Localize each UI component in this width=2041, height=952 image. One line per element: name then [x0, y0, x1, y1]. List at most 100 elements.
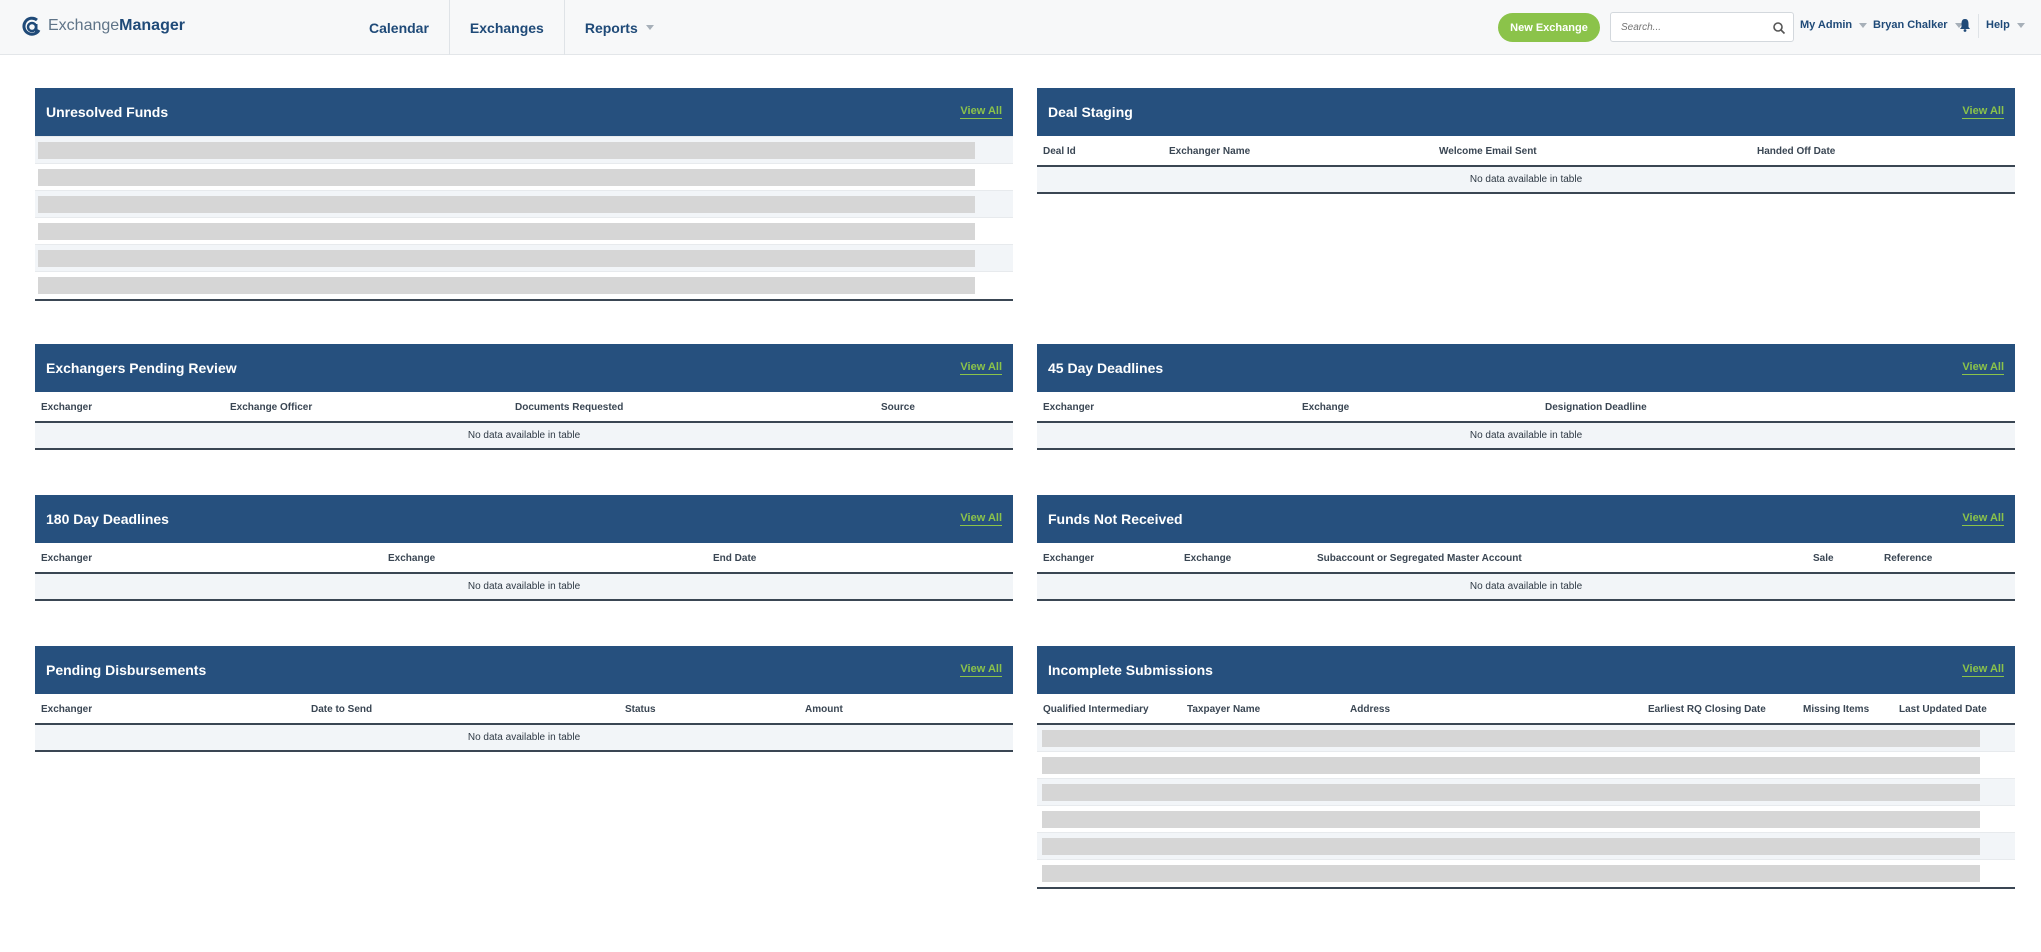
column-header[interactable]: Reference — [1884, 553, 1932, 564]
column-header[interactable]: Exchanger — [1043, 553, 1094, 564]
view-all-link[interactable]: View All — [960, 512, 1002, 526]
new-exchange-button[interactable]: New Exchange — [1498, 13, 1600, 42]
pending-disbursements-panel: Pending Disbursements View All Exchanger… — [35, 646, 1013, 752]
table-header: Exchanger Exchange End Date — [35, 543, 1013, 574]
column-header[interactable]: Exchanger — [1043, 402, 1094, 413]
column-header[interactable]: Missing Items — [1803, 704, 1869, 715]
bell-icon[interactable] — [1959, 18, 1971, 32]
column-header[interactable]: Exchanger — [41, 704, 92, 715]
view-all-link[interactable]: View All — [1962, 105, 2004, 119]
panel-header: Deal Staging View All — [1037, 88, 2015, 136]
main-nav: Calendar Exchanges Reports — [349, 0, 674, 55]
view-all-link[interactable]: View All — [1962, 512, 2004, 526]
table-header: Qualified Intermediary Taxpayer Name Add… — [1037, 694, 2015, 725]
column-header[interactable]: Exchange Officer — [230, 402, 312, 413]
column-header[interactable]: Earliest RQ Closing Date — [1648, 704, 1766, 715]
panel-title: Funds Not Received — [1048, 511, 1183, 527]
table-header: Exchanger Exchange Subaccount or Segrega… — [1037, 543, 2015, 574]
column-header[interactable]: Last Updated Date — [1899, 704, 1987, 715]
skeleton-row — [1037, 725, 2015, 752]
help-menu[interactable]: Help — [1986, 19, 2025, 31]
nav-exchanges[interactable]: Exchanges — [450, 0, 565, 55]
exchangers-pending-review-panel: Exchangers Pending Review View All Excha… — [35, 344, 1013, 450]
app-name: ExchangeManager — [48, 17, 185, 34]
table-header: Exchanger Exchange Officer Documents Req… — [35, 392, 1013, 423]
column-header[interactable]: Exchange — [388, 553, 435, 564]
panel-title: 180 Day Deadlines — [46, 511, 169, 527]
180-day-deadlines-panel: 180 Day Deadlines View All Exchanger Exc… — [35, 495, 1013, 601]
empty-table-message: No data available in table — [35, 574, 1013, 601]
unresolved-funds-panel: Unresolved Funds View All — [35, 88, 1013, 301]
skeleton-row — [35, 272, 1013, 299]
panel-header: Incomplete Submissions View All — [1037, 646, 2015, 694]
view-all-link[interactable]: View All — [960, 361, 1002, 375]
skeleton-row — [1037, 779, 2015, 806]
panel-header: Exchangers Pending Review View All — [35, 344, 1013, 392]
view-all-link[interactable]: View All — [960, 663, 1002, 677]
45-day-deadlines-panel: 45 Day Deadlines View All Exchanger Exch… — [1037, 344, 2015, 450]
column-header[interactable]: Address — [1350, 704, 1390, 715]
my-admin-label: My Admin — [1800, 19, 1853, 31]
column-header[interactable]: Exchanger Name — [1169, 146, 1250, 157]
empty-table-message: No data available in table — [35, 725, 1013, 752]
nav-exchanges-label: Exchanges — [469, 19, 544, 36]
column-header[interactable]: Qualified Intermediary — [1043, 704, 1149, 715]
column-header[interactable]: Deal Id — [1043, 146, 1076, 157]
funds-not-received-panel: Funds Not Received View All Exchanger Ex… — [1037, 495, 2015, 601]
search-input[interactable] — [1611, 13, 1761, 41]
view-all-link[interactable]: View All — [1962, 663, 2004, 677]
table-header: Deal Id Exchanger Name Welcome Email Sen… — [1037, 136, 2015, 167]
panel-header: Unresolved Funds View All — [35, 88, 1013, 136]
chevron-down-icon — [1859, 22, 1868, 28]
panel-header: Pending Disbursements View All — [35, 646, 1013, 694]
column-header[interactable]: Amount — [805, 704, 843, 715]
my-admin-menu[interactable]: My Admin — [1800, 19, 1868, 31]
skeleton-row — [35, 137, 1013, 164]
column-header[interactable]: Exchange — [1184, 553, 1231, 564]
empty-table-message: No data available in table — [1037, 423, 2015, 450]
nav-reports[interactable]: Reports — [565, 0, 674, 55]
column-header[interactable]: Handed Off Date — [1757, 146, 1835, 157]
table-header: Exchanger Date to Send Status Amount — [35, 694, 1013, 725]
table-header: Exchanger Exchange Designation Deadline — [1037, 392, 2015, 423]
skeleton-row — [35, 245, 1013, 272]
skeleton-row — [1037, 860, 2015, 887]
column-header[interactable]: Subaccount or Segregated Master Account — [1317, 553, 1522, 564]
search-icon[interactable] — [1772, 21, 1786, 35]
skeleton-row — [35, 191, 1013, 218]
nav-calendar[interactable]: Calendar — [349, 0, 450, 55]
user-name-label: Bryan Chalker — [1873, 19, 1948, 31]
column-header[interactable]: Taxpayer Name — [1187, 704, 1260, 715]
empty-table-message: No data available in table — [35, 423, 1013, 450]
column-header[interactable]: Sale — [1813, 553, 1834, 564]
panel-title: Incomplete Submissions — [1048, 662, 1213, 678]
nav-calendar-label: Calendar — [369, 19, 429, 36]
view-all-link[interactable]: View All — [960, 105, 1002, 119]
column-header[interactable]: End Date — [713, 553, 756, 564]
column-header[interactable]: Date to Send — [311, 704, 372, 715]
skeleton-row — [1037, 752, 2015, 779]
column-header[interactable]: Documents Requested — [515, 402, 623, 413]
panel-title: Pending Disbursements — [46, 662, 207, 678]
search-box — [1610, 12, 1794, 42]
app-logo[interactable]: ExchangeManager — [22, 14, 185, 38]
panel-title: 45 Day Deadlines — [1048, 360, 1164, 376]
help-label: Help — [1986, 19, 2010, 31]
nav-reports-label: Reports — [584, 19, 638, 36]
view-all-link[interactable]: View All — [1962, 361, 2004, 375]
skeleton-row — [1037, 833, 2015, 860]
divider — [1978, 14, 1979, 38]
column-header[interactable]: Source — [881, 402, 915, 413]
column-header[interactable]: Designation Deadline — [1545, 402, 1647, 413]
loading-skeleton — [35, 136, 1013, 301]
user-menu[interactable]: Bryan Chalker — [1873, 19, 1963, 31]
column-header[interactable]: Welcome Email Sent — [1439, 146, 1537, 157]
column-header[interactable]: Status — [625, 704, 656, 715]
column-header[interactable]: Exchanger — [41, 402, 92, 413]
panel-header: 45 Day Deadlines View All — [1037, 344, 2015, 392]
exchange-manager-logo-icon — [22, 16, 41, 36]
column-header[interactable]: Exchange — [1302, 402, 1349, 413]
panel-title: Unresolved Funds — [46, 104, 169, 120]
column-header[interactable]: Exchanger — [41, 553, 92, 564]
top-navigation-bar: ExchangeManager Calendar Exchanges Repor… — [0, 0, 2041, 55]
